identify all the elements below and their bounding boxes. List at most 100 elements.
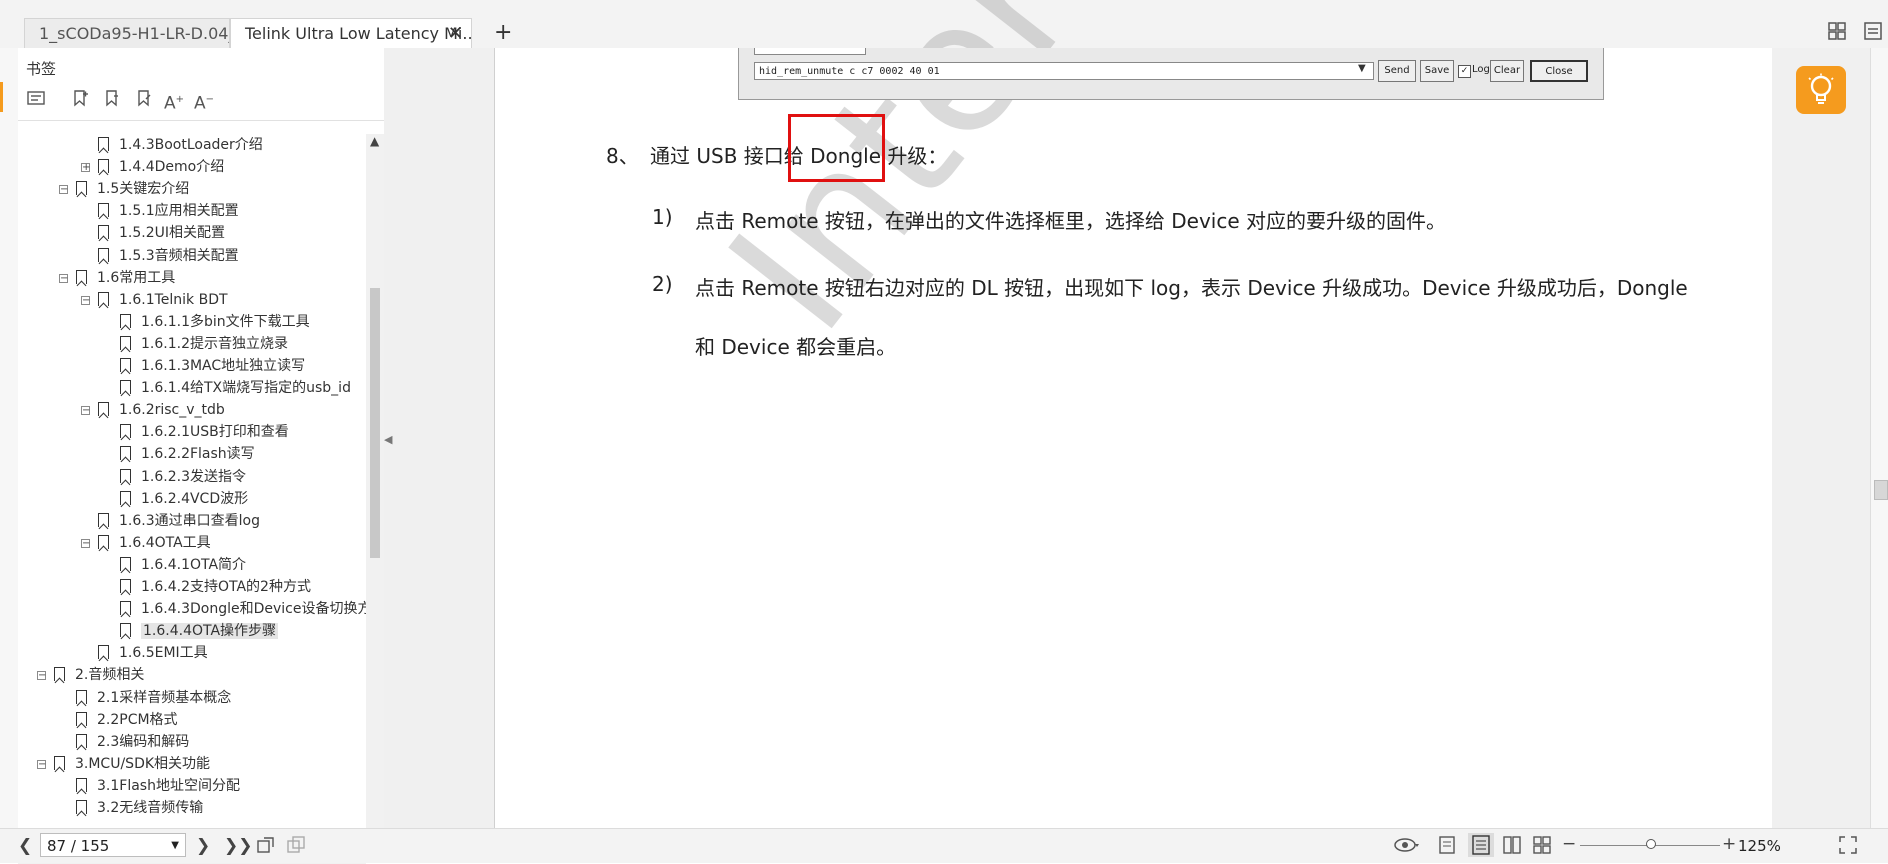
bookmark-icon xyxy=(98,512,109,527)
bookmark-item[interactable]: 1.6.2.1USB打印和查看 xyxy=(120,421,289,443)
bookmark-label: 1.6.4OTA工具 xyxy=(119,534,211,551)
panel-title: 书签 xyxy=(26,60,57,78)
bookmark-item[interactable]: 1.4.4Demo介绍 xyxy=(98,156,224,178)
tree-scroll-thumb[interactable] xyxy=(370,288,380,558)
collapse-icon[interactable]: − xyxy=(81,538,90,548)
bookmark-label: 1.5.1应用相关配置 xyxy=(119,203,239,220)
bookmark-item[interactable]: 1.5.2UI相关配置 xyxy=(98,222,225,244)
bookmark-label: 2.3编码和解码 xyxy=(97,733,190,750)
command-field: hid_rem_unmute c c7 0002 40 01 xyxy=(754,62,1374,80)
bookmark-item[interactable]: 1.6.5EMI工具 xyxy=(98,642,208,664)
bookmark-icon xyxy=(120,313,131,328)
bookmark-item[interactable]: 1.5.1应用相关配置 xyxy=(98,200,239,222)
lightbulb-icon xyxy=(1808,73,1834,104)
collapse-icon[interactable]: − xyxy=(37,759,46,769)
collapse-icon[interactable]: − xyxy=(59,185,68,195)
copy-icon[interactable] xyxy=(286,835,306,859)
zoom-out-button[interactable]: − xyxy=(1562,835,1576,853)
page-scroll-thumb[interactable] xyxy=(1874,480,1888,500)
bookmark-item[interactable]: 1.6.1.2提示音独立烧录 xyxy=(120,333,288,355)
bookmark-item[interactable]: 1.6.2.4VCD波形 xyxy=(120,488,248,510)
bookmark-icon xyxy=(76,711,87,726)
bookmark-next-icon[interactable] xyxy=(100,88,124,112)
bookmark-item[interactable]: 3.2无线音频传输 xyxy=(76,797,203,819)
list-icon[interactable] xyxy=(24,88,48,112)
new-tab-button[interactable]: + xyxy=(494,20,512,45)
bookmark-item[interactable]: 1.6.4.4OTA操作步骤 xyxy=(120,620,279,642)
prev-page-icon[interactable]: ❮ xyxy=(18,837,32,855)
tab-label: 1_sCODa95-H1-LR-D.04_... xyxy=(39,24,229,43)
bookmark-item[interactable]: 1.6.4.1OTA简介 xyxy=(120,554,246,576)
tab-document-1[interactable]: 1_sCODa95-H1-LR-D.04_... xyxy=(24,18,230,48)
single-page-view-icon[interactable] xyxy=(1438,835,1456,859)
bookmark-item[interactable]: 1.4.3BootLoader介绍 xyxy=(98,134,263,156)
fullscreen-icon[interactable] xyxy=(1838,835,1858,859)
bookmark-item[interactable]: 3.MCU/SDK相关功能 xyxy=(54,753,210,775)
bookmark-item[interactable]: 2.2PCM格式 xyxy=(76,709,178,731)
bookmark-label: 1.6.5EMI工具 xyxy=(119,645,208,662)
bookmark-item[interactable]: 1.6.4.2支持OTA的2种方式 xyxy=(120,576,311,598)
right-rail xyxy=(1870,48,1888,828)
zoom-level[interactable]: 125% xyxy=(1738,837,1781,855)
zoom-in-button[interactable]: + xyxy=(1722,835,1736,853)
bookmark-item[interactable]: 1.5关键宏介绍 xyxy=(76,178,189,200)
continuous-view-icon[interactable] xyxy=(1468,833,1494,857)
bookmark-item[interactable]: 1.6.4.3Dongle和Device设备切换方法 xyxy=(120,598,366,620)
bookmark-item[interactable]: 2.音频相关 xyxy=(54,664,144,686)
two-page-continuous-icon[interactable] xyxy=(1532,835,1552,859)
bookmark-label: 1.6.4.2支持OTA的2种方式 xyxy=(141,579,311,595)
collapse-icon[interactable]: − xyxy=(81,406,90,416)
collapse-icon[interactable]: − xyxy=(59,273,68,283)
tab-list-icon[interactable] xyxy=(1864,22,1882,40)
bookmark-item[interactable]: 1.6常用工具 xyxy=(76,267,175,289)
bookmark-label: 3.1Flash地址空间分配 xyxy=(97,777,240,794)
bookmark-item[interactable]: 3.1Flash地址空间分配 xyxy=(76,775,240,797)
bookmark-icon xyxy=(120,556,131,571)
zoom-slider-handle[interactable] xyxy=(1646,839,1656,849)
bookmark-item[interactable]: 1.6.1Telnik BDT xyxy=(98,289,228,311)
eye-icon[interactable] xyxy=(1394,835,1420,859)
collapse-panel-icon[interactable]: ◀ xyxy=(384,428,394,452)
bookmark-item[interactable]: 1.6.1.1多bin文件下载工具 xyxy=(120,311,310,333)
two-page-view-icon[interactable] xyxy=(1502,835,1522,859)
bookmark-item[interactable]: 1.6.2.2Flash读写 xyxy=(120,443,255,465)
bookmark-icon xyxy=(120,601,131,616)
close-icon[interactable]: ✕ xyxy=(448,19,463,48)
chevron-down-icon[interactable]: ▼ xyxy=(171,834,179,858)
bookmark-item[interactable]: 1.6.1.3MAC地址独立读写 xyxy=(120,355,305,377)
status-bar: ❮ 87 / 155 ▼ ❯ ❯❯ − + 125% xyxy=(0,828,1888,863)
grid-view-icon[interactable] xyxy=(1828,22,1846,40)
font-decrease-icon[interactable]: A− xyxy=(192,88,216,114)
bookmark-label: 1.6.1.1多bin文件下载工具 xyxy=(141,313,310,330)
bookmark-item[interactable]: 2.3编码和解码 xyxy=(76,731,189,753)
expand-icon[interactable]: + xyxy=(81,163,90,173)
bookmark-item[interactable]: 1.6.2risc_v_tdb xyxy=(98,399,225,421)
tab-document-2[interactable]: Telink Ultra Low Latency Mi... ✕ xyxy=(230,18,472,48)
bookmark-item[interactable]: 1.5.3音频相关配置 xyxy=(98,245,239,267)
bookmark-label: 1.6.2.4VCD波形 xyxy=(141,490,249,507)
collapse-icon[interactable]: − xyxy=(81,295,90,305)
bookmark-icon xyxy=(98,247,109,262)
close-button: Close xyxy=(1530,60,1588,82)
bookmark-item[interactable]: 1.6.2.3发送指令 xyxy=(120,466,246,488)
bookmark-prev-icon[interactable] xyxy=(132,88,156,112)
bookmark-icon xyxy=(120,579,131,593)
scroll-up-icon[interactable]: ▲ xyxy=(370,134,379,148)
page-number-input[interactable]: 87 / 155 ▼ xyxy=(40,833,186,857)
bookmark-icon xyxy=(120,335,131,350)
rotate-icon[interactable] xyxy=(256,835,276,859)
font-increase-icon[interactable]: A+ xyxy=(162,88,186,114)
dialog-field xyxy=(754,48,866,55)
next-page-icon[interactable]: ❯ xyxy=(196,837,210,855)
bookmark-item[interactable]: 1.6.3通过串口查看log xyxy=(98,510,260,532)
collapse-icon[interactable]: − xyxy=(37,671,46,681)
bookmark-icon xyxy=(120,623,131,638)
bookmark-item[interactable]: 2.1采样音频基本概念 xyxy=(76,687,231,709)
bookmark-add-icon[interactable] xyxy=(68,88,92,112)
last-page-icon[interactable]: ❯❯ xyxy=(224,837,253,855)
lightbulb-assistant-button[interactable] xyxy=(1796,66,1846,114)
highlight-box xyxy=(788,114,885,182)
bookmark-item[interactable]: 1.6.1.4给TX端烧写指定的usb_id xyxy=(120,377,351,399)
bookmark-label: 1.6.1.2提示音独立烧录 xyxy=(141,335,288,352)
bookmark-item[interactable]: 1.6.4OTA工具 xyxy=(98,532,211,554)
